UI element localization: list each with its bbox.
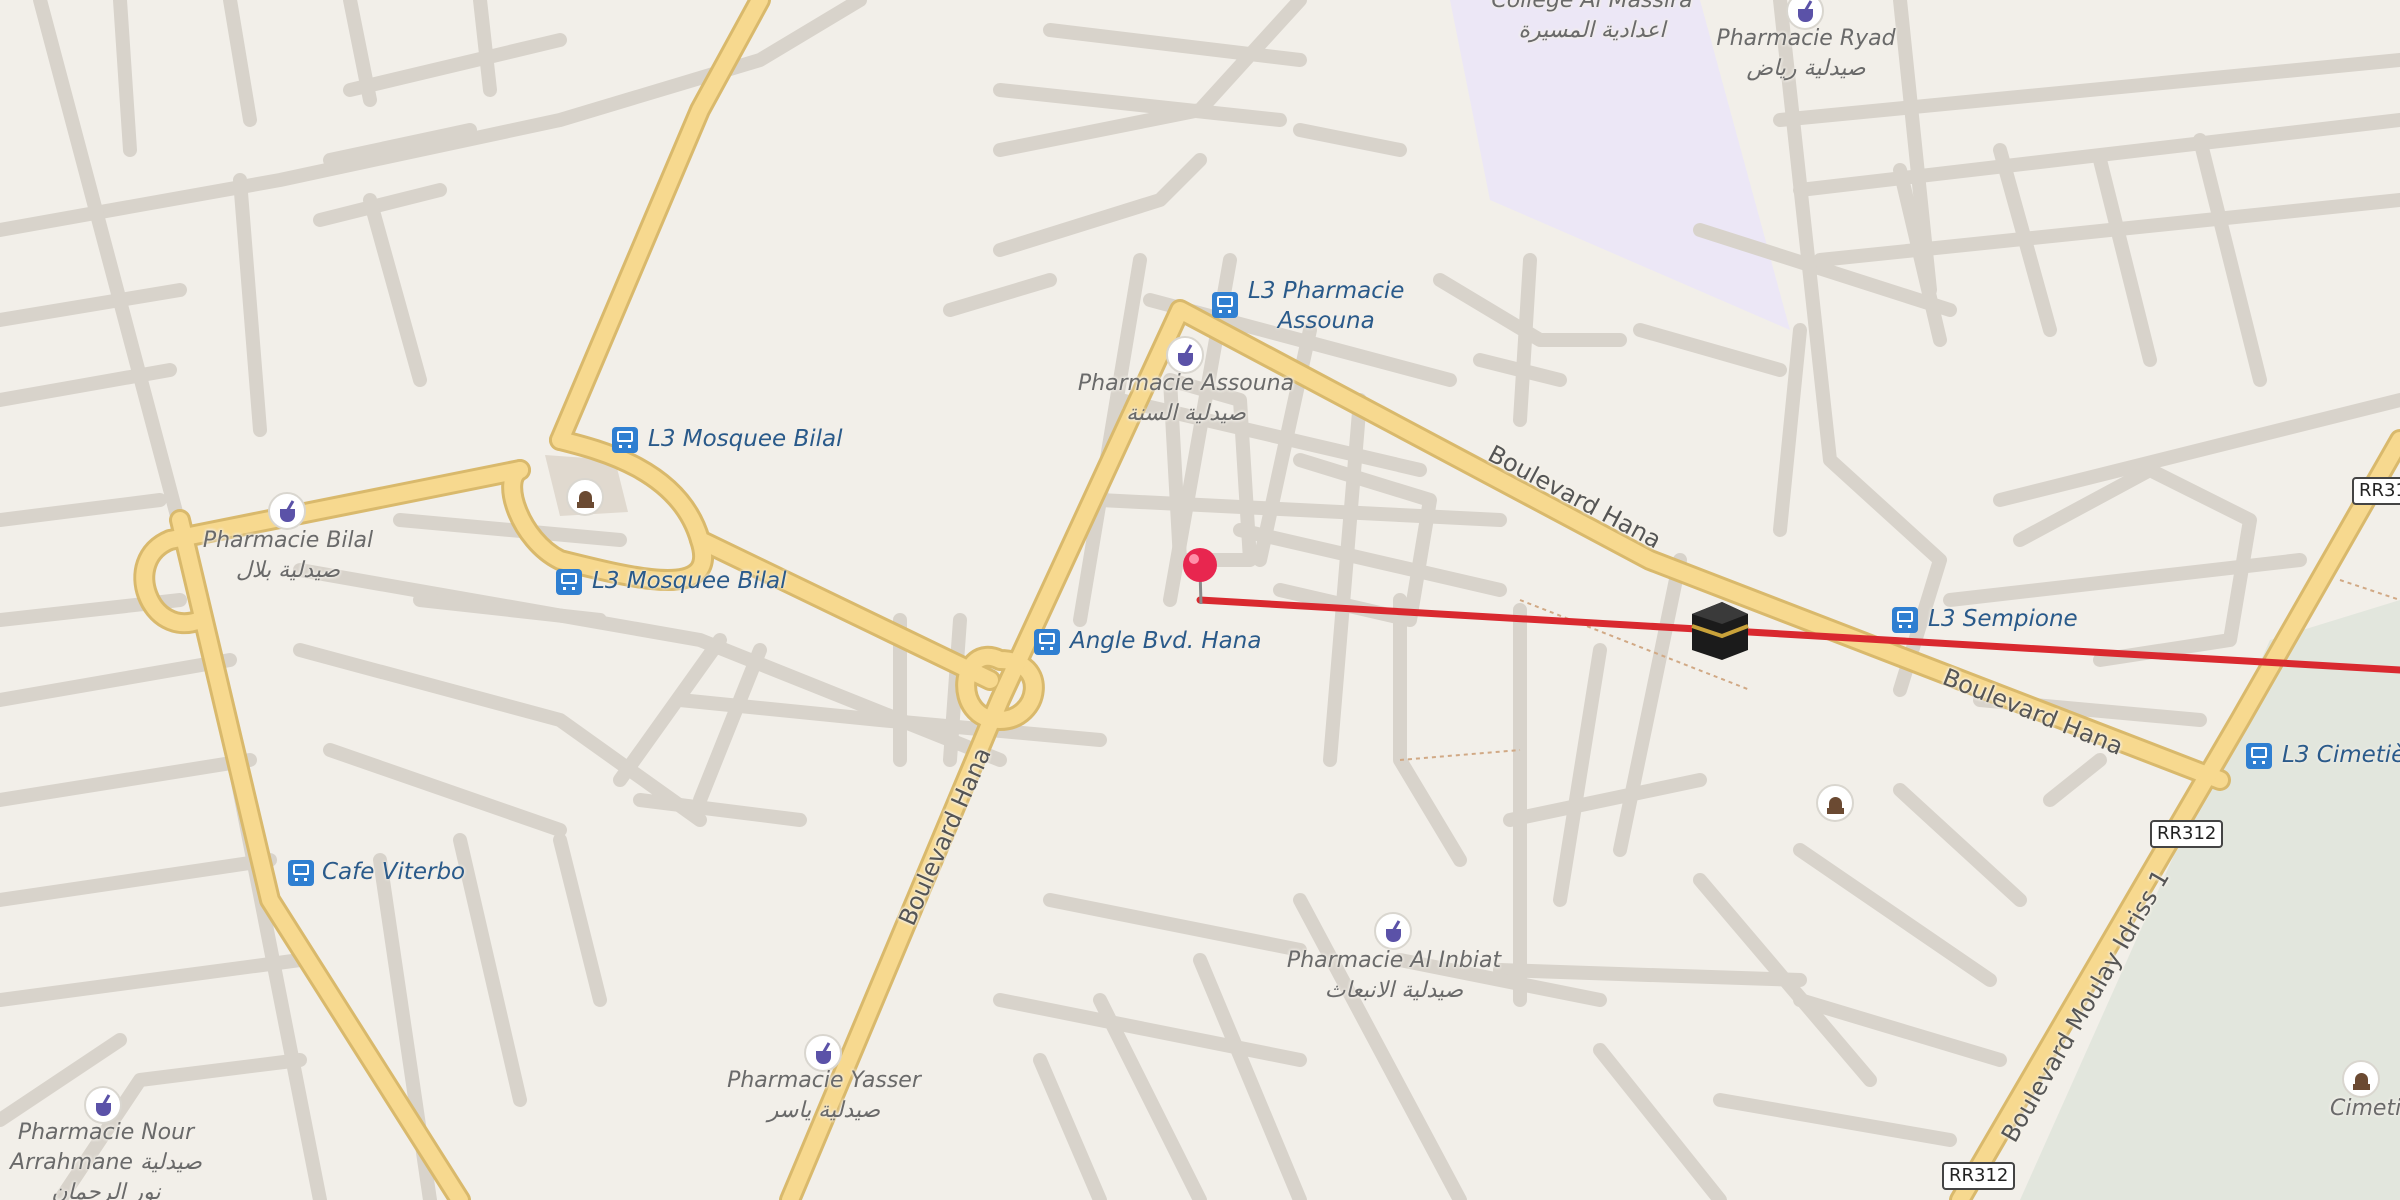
map-canvas[interactable]: Boulevard Hana Boulevard Hana Boulevard … [0,0,2400,1200]
bus-stop-icon[interactable] [1212,292,1238,318]
bus-stop-icon[interactable] [2246,743,2272,769]
bus-stop-l3-mosquee-bilal[interactable]: L3 Mosquee Bilal [592,566,787,596]
college-name: College Al Massira [1491,0,1693,13]
poi-name: Pharmacie Al Inbiat [1286,948,1502,973]
cemetery-icon[interactable] [2342,1060,2380,1098]
poi-name: Pharmacie Nour [17,1120,195,1145]
poi-pharmacie-yasser[interactable]: Pharmacie Yasser صيدلية ياسر [727,1066,921,1126]
poi-pharmacie-ryad[interactable]: Pharmacie Ryad صيدلية رياض [1716,24,1895,84]
bus-stop-icon[interactable] [556,569,582,595]
poi-name-line2: Arrahmane صيدلية [10,1150,202,1175]
college-label[interactable]: College Al Massira اعدادية المسيرة [1491,0,1692,46]
bus-stop-l3-pharmacie-assouna[interactable]: L3 Pharmacie Assouna [1248,276,1404,336]
mosque-icon[interactable] [1816,784,1854,822]
poi-name-arabic: صيدلية السنة [1126,401,1246,426]
road-shield-rr312: RR312 [1942,1162,2016,1190]
bus-stop-l3-cimetiere[interactable]: L3 Cimetière [2282,740,2400,770]
poi-name: Pharmacie Ryad [1716,26,1896,51]
road-shield-rr31: RR31 [2352,477,2400,505]
poi-name: Pharmacie Bilal [202,528,374,553]
bus-stop-label: Assouna [1277,308,1375,334]
pharmacy-icon[interactable] [1374,912,1412,950]
bus-stop-icon[interactable] [612,427,638,453]
poi-name: Pharmacie Yasser [727,1068,921,1093]
bus-stop-icon[interactable] [288,860,314,886]
poi-name-arabic: صيدلية الانبعاث [1324,978,1464,1003]
poi-name: Pharmacie Assouna [1077,371,1295,396]
poi-cemetery[interactable]: Cimetière Mus [2330,1094,2400,1124]
bus-stop-l3-mosquee-bilal[interactable]: L3 Mosquee Bilal [648,424,843,454]
road-shield-rr312: RR312 [2150,820,2224,848]
poi-pharmacie-assouna[interactable]: Pharmacie Assouna صيدلية السنة [1078,369,1294,429]
poi-pharmacie-nour[interactable]: Pharmacie Nour Arrahmane صيدلية نور الرح… [10,1118,202,1200]
map-pin-icon [1183,548,1217,605]
bus-stop-angle-bvd-hana[interactable]: Angle Bvd. Hana [1070,626,1261,656]
poi-pharmacie-bilal[interactable]: Pharmacie Bilal صيدلية بلال [203,526,373,586]
college-name-arabic: اعدادية المسيرة [1518,18,1666,43]
bus-stop-l3-sempione[interactable]: L3 Sempione [1928,604,2078,634]
poi-name-arabic: نور الرحمان [51,1180,161,1200]
bus-stop-icon[interactable] [1034,629,1060,655]
poi-pharmacie-al-inbiat[interactable]: Pharmacie Al Inbiat صيدلية الانبعاث [1287,946,1501,1006]
kaaba-icon [1691,602,1749,660]
bus-stop-label: L3 Pharmacie [1248,278,1405,304]
pharmacy-icon[interactable] [268,492,306,530]
poi-name-arabic: صيدلية رياض [1746,56,1866,81]
mosque-icon[interactable] [566,478,604,516]
bus-stop-icon[interactable] [1892,607,1918,633]
poi-name-arabic: صيدلية بلال [235,558,341,583]
poi-name-arabic: صيدلية ياسر [767,1098,881,1123]
bus-stop-cafe-viterbo[interactable]: Cafe Viterbo [322,857,465,887]
map-base-layer [0,0,2400,1200]
